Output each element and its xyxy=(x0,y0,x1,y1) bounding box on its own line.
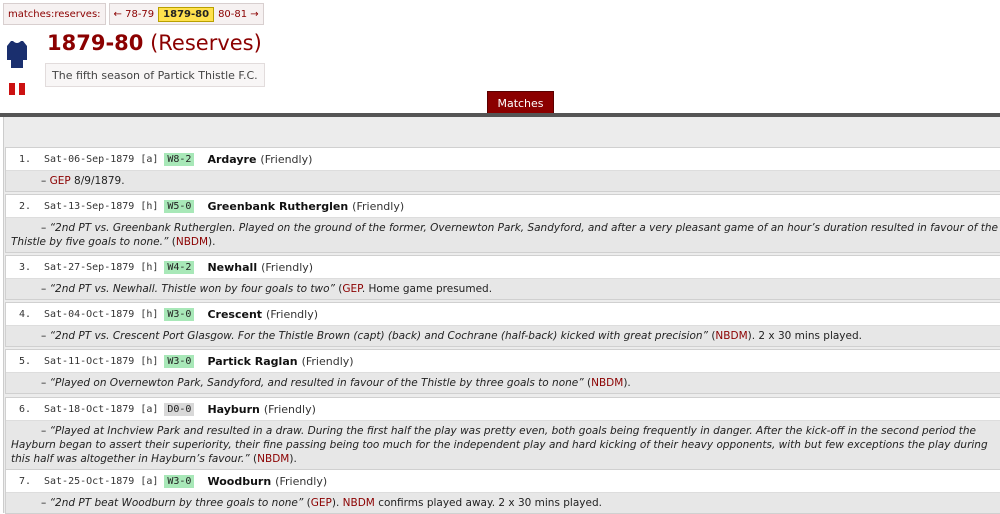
match-row: 2. Sat-13-Sep-1879 [h] W5-0 Greenbank Ru… xyxy=(6,195,1000,218)
nav-season-box: ← 78-79 1879-80 80-81 → xyxy=(108,3,264,25)
match-opponent[interactable]: Greenbank Rutherglen xyxy=(207,200,348,213)
match-venue: [a] xyxy=(140,403,159,415)
match-entry: 6. Sat-18-Oct-1879 [a] D0-0 Hayburn (Fri… xyxy=(5,397,1000,470)
match-result: W5-0 xyxy=(164,199,195,213)
kit-shirt-icon xyxy=(7,41,27,95)
note-text: ). xyxy=(331,497,343,509)
match-row: 4. Sat-04-Oct-1879 [h] W3-0 Crescent (Fr… xyxy=(6,303,1000,326)
note-quote: “2nd PT vs. Newhall. Thistle won by four… xyxy=(49,283,335,295)
match-result: W8-2 xyxy=(164,152,195,166)
source-link[interactable]: GEP xyxy=(311,497,332,509)
match-result: W3-0 xyxy=(164,354,195,368)
current-season: 1879-80 xyxy=(158,6,215,22)
match-date: Sat-13-Sep-1879 xyxy=(44,200,135,212)
match-row: 5. Sat-11-Oct-1879 [h] W3-0 Partick Ragl… xyxy=(6,350,1000,373)
match-number: 7. xyxy=(19,475,32,487)
next-season-link[interactable]: 80-81 → xyxy=(218,9,259,20)
note-quote: “2nd PT vs. Greenbank Rutherglen. Played… xyxy=(11,222,998,248)
note-text: . 2 x 30 mins played. xyxy=(751,330,862,342)
match-venue: [a] xyxy=(140,153,159,165)
match-result: D0-0 xyxy=(164,402,195,416)
season-title: 1879-80 xyxy=(47,31,144,55)
match-row: 1. Sat-06-Sep-1879 [a] W8-2 Ardayre (Fri… xyxy=(6,148,1000,171)
note-text: 8/9/1879. xyxy=(70,175,125,187)
match-entry: 4. Sat-04-Oct-1879 [h] W3-0 Crescent (Fr… xyxy=(5,302,1000,347)
match-number: 5. xyxy=(19,355,32,367)
note-text: . xyxy=(627,377,631,389)
match-entry: 5. Sat-11-Oct-1879 [h] W3-0 Partick Ragl… xyxy=(5,349,1000,394)
source-link[interactable]: NBDM xyxy=(715,330,747,342)
source-link[interactable]: GEP xyxy=(342,283,361,295)
match-opponent[interactable]: Newhall xyxy=(207,261,257,274)
match-opponent[interactable]: Ardayre xyxy=(207,153,256,166)
source-link[interactable]: NBDM xyxy=(343,497,375,509)
match-date: Sat-25-Oct-1879 xyxy=(44,475,135,487)
match-number: 2. xyxy=(19,200,32,212)
season-description: The fifth season of Partick Thistle F.C. xyxy=(45,63,265,87)
source-link[interactable]: NBDM xyxy=(257,453,289,465)
note-quote: “2nd PT vs. Crescent Port Glasgow. For t… xyxy=(49,330,708,342)
tab-matches[interactable]: Matches xyxy=(487,91,554,114)
note-quote: “2nd PT beat Woodburn by three goals to … xyxy=(49,497,304,509)
team-title: (Reserves) xyxy=(150,31,262,55)
match-note: – GEP 8/9/1879. xyxy=(6,171,1000,191)
match-competition: (Friendly) xyxy=(301,354,354,368)
match-date: Sat-18-Oct-1879 xyxy=(44,403,135,415)
match-competition: (Friendly) xyxy=(260,152,313,166)
match-result: W4-2 xyxy=(164,260,195,274)
match-date: Sat-04-Oct-1879 xyxy=(44,308,135,320)
page-title: 1879-80 (Reserves) xyxy=(47,31,262,55)
match-note: – “Played at Inchview Park and resulted … xyxy=(11,425,988,465)
nav-label[interactable]: matches:reserves: xyxy=(8,9,101,20)
note-text: ). xyxy=(289,453,297,465)
note-text: confirms played away. 2 x 30 mins played… xyxy=(374,497,602,509)
match-venue: [h] xyxy=(140,308,159,320)
match-venue: [a] xyxy=(140,475,159,487)
match-venue: [h] xyxy=(140,200,159,212)
match-result: W3-0 xyxy=(164,474,195,488)
match-note: – “2nd PT vs. Greenbank Rutherglen. Play… xyxy=(11,222,998,248)
match-entry: 2. Sat-13-Sep-1879 [h] W5-0 Greenbank Ru… xyxy=(5,194,1000,253)
note-dash: – xyxy=(41,175,50,187)
match-opponent[interactable]: Woodburn xyxy=(207,475,271,488)
match-entry: 1. Sat-06-Sep-1879 [a] W8-2 Ardayre (Fri… xyxy=(5,147,1000,192)
match-competition: (Friendly) xyxy=(266,307,319,321)
match-row: 7. Sat-25-Oct-1879 [a] W3-0 Woodburn (Fr… xyxy=(6,470,1000,493)
source-link[interactable]: NBDM xyxy=(591,377,623,389)
match-competition: (Friendly) xyxy=(261,260,314,274)
match-number: 6. xyxy=(19,403,32,415)
prev-season-link[interactable]: ← 78-79 xyxy=(114,9,155,20)
match-competition: (Friendly) xyxy=(275,474,328,488)
match-venue: [h] xyxy=(140,355,159,367)
note-quote: “Played on Overnewton Park, Sandyford, a… xyxy=(49,377,584,389)
match-venue: [h] xyxy=(140,261,159,273)
source-link[interactable]: GEP xyxy=(50,175,71,187)
match-opponent[interactable]: Partick Raglan xyxy=(207,355,297,368)
match-number: 1. xyxy=(19,153,32,165)
match-note: – “2nd PT beat Woodburn by three goals t… xyxy=(41,497,602,509)
match-date: Sat-11-Oct-1879 xyxy=(44,355,135,367)
match-note: – “2nd PT vs. Crescent Port Glasgow. For… xyxy=(41,330,862,342)
match-entry: 3. Sat-27-Sep-1879 [h] W4-2 Newhall (Fri… xyxy=(5,255,1000,300)
match-number: 3. xyxy=(19,261,32,273)
source-link[interactable]: NBDM xyxy=(176,236,208,248)
nav-label-box: matches:reserves: xyxy=(3,3,106,25)
match-opponent[interactable]: Crescent xyxy=(207,308,262,321)
match-competition: (Friendly) xyxy=(352,199,405,213)
match-row: 6. Sat-18-Oct-1879 [a] D0-0 Hayburn (Fri… xyxy=(6,398,1000,421)
season-nav: matches:reserves: ← 78-79 1879-80 80-81 … xyxy=(3,3,264,25)
match-number: 4. xyxy=(19,308,32,320)
match-result: W3-0 xyxy=(164,307,195,321)
match-competition: (Friendly) xyxy=(263,402,316,416)
match-row: 3. Sat-27-Sep-1879 [h] W4-2 Newhall (Fri… xyxy=(6,256,1000,279)
match-date: Sat-06-Sep-1879 xyxy=(44,153,135,165)
match-note: – “Played on Overnewton Park, Sandyford,… xyxy=(41,377,631,389)
match-opponent[interactable]: Hayburn xyxy=(207,403,259,416)
note-quote: “Played at Inchview Park and resulted in… xyxy=(11,425,988,465)
match-note: – “2nd PT vs. Newhall. Thistle won by fo… xyxy=(41,283,493,295)
note-text: . Home game presumed. xyxy=(361,283,493,295)
match-entry: 7. Sat-25-Oct-1879 [a] W3-0 Woodburn (Fr… xyxy=(5,469,1000,514)
match-date: Sat-27-Sep-1879 xyxy=(44,261,135,273)
